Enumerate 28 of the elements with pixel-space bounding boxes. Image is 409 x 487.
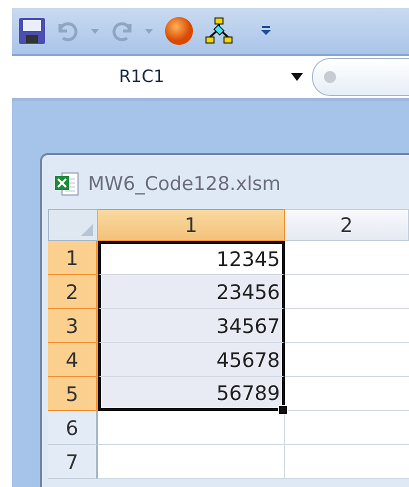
fill-handle[interactable] [278,405,288,415]
save-icon[interactable] [18,17,46,45]
table-cell[interactable]: 45678 [98,343,285,377]
caret-icon[interactable] [290,72,304,82]
row-header[interactable]: 5 [48,377,98,411]
row-header[interactable]: 7 [48,445,98,479]
table-cell[interactable] [98,445,285,479]
row-header[interactable]: 6 [48,411,98,445]
table-cell[interactable]: 34567 [98,309,285,343]
table-cell[interactable]: 12345 [98,241,285,275]
row-header[interactable]: 1 [48,241,98,275]
grip-icon [323,70,337,84]
name-box[interactable]: R1C1 [119,67,164,87]
spreadsheet-icon [54,171,80,197]
column-header[interactable]: 1 [98,209,285,241]
table-cell[interactable]: 23456 [98,275,285,309]
undo-icon[interactable] [56,20,80,42]
formula-bar[interactable] [312,58,409,96]
row-header[interactable]: 4 [48,343,98,377]
column-header[interactable]: 2 [285,209,409,241]
select-all-corner[interactable] [48,209,98,241]
redo-icon[interactable] [110,20,134,42]
triangle-icon [81,224,93,236]
row-header[interactable]: 2 [48,275,98,309]
hierarchy-icon[interactable] [204,17,234,45]
workbook-title: MW6_Code128.xlsm [88,173,281,195]
row-header[interactable]: 3 [48,309,98,343]
record-icon[interactable] [164,16,194,46]
